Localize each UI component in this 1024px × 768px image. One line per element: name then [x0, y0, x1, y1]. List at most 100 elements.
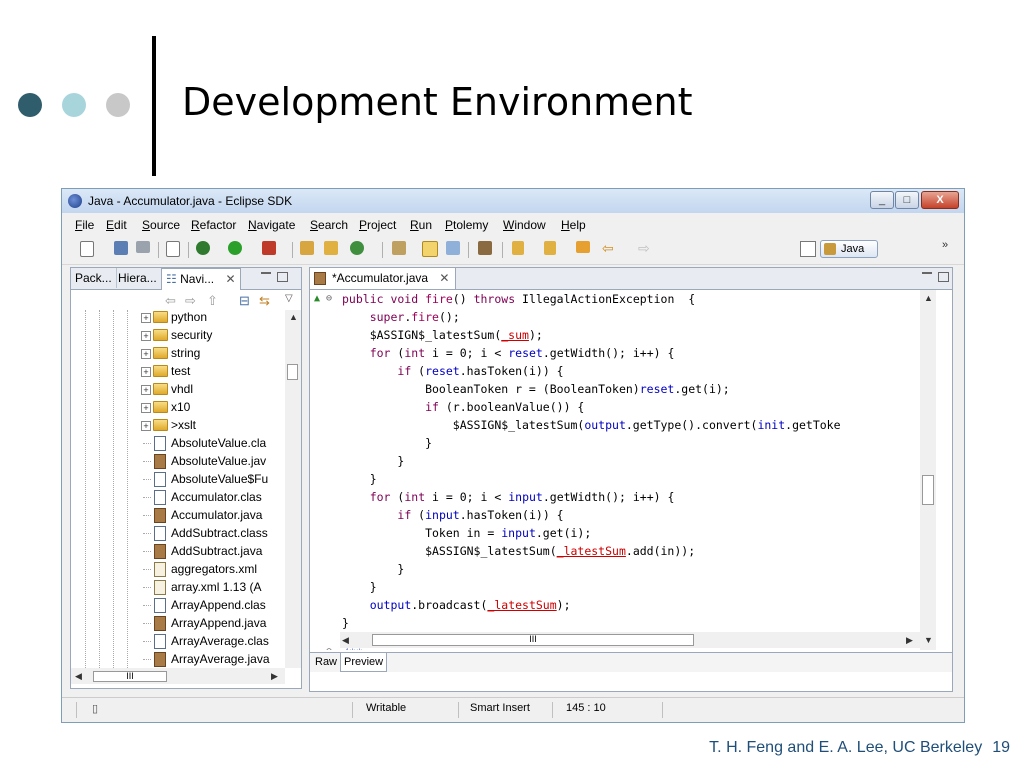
menu-project[interactable]: Project	[359, 218, 396, 232]
menu-help[interactable]: Help	[561, 218, 586, 232]
tree-horizontal-scroll-thumb[interactable]: III	[93, 671, 167, 682]
nav-forward-icon[interactable]: ⇨	[185, 293, 196, 309]
menu-window[interactable]: Window	[503, 218, 546, 232]
last-edit-icon[interactable]	[576, 241, 590, 253]
folder-icon	[153, 365, 168, 377]
scroll-up-icon[interactable]: ▲	[289, 312, 298, 322]
expand-icon[interactable]: +	[141, 331, 151, 341]
print-icon[interactable]	[136, 241, 150, 253]
status-cursor-position: 145 : 10	[566, 702, 606, 714]
menu-source[interactable]: Source	[142, 218, 180, 232]
new-class-icon[interactable]	[324, 241, 338, 255]
scroll-left-icon[interactable]: ◀	[75, 671, 82, 682]
close-button[interactable]: X	[921, 191, 959, 209]
tree-item-label: aggregators.xml	[171, 562, 258, 576]
tree-vertical-scrollbar[interactable]: ▲	[285, 310, 301, 668]
tab-package-explorer[interactable]: Pack...	[71, 268, 117, 288]
binary-icon[interactable]	[166, 241, 180, 257]
minimize-view-icon[interactable]	[922, 272, 932, 277]
tab-raw[interactable]: Raw	[312, 653, 342, 671]
editor-horizontal-scroll-thumb[interactable]: III	[372, 634, 694, 646]
save-icon[interactable]	[114, 241, 128, 255]
tab-navigator[interactable]: ☷ Navi... ✕	[161, 268, 241, 290]
java-perspective-button[interactable]: Java	[820, 240, 878, 258]
tree-horizontal-scrollbar[interactable]: ◀ III ▶	[71, 668, 285, 684]
external-tools-icon[interactable]	[262, 241, 276, 255]
scroll-left-icon[interactable]: ◀	[342, 635, 349, 646]
class-file-icon	[154, 436, 166, 451]
window-title: Java - Accumulator.java - Eclipse SDK	[88, 194, 293, 208]
debug-icon[interactable]	[196, 241, 210, 255]
expand-icon[interactable]: +	[141, 367, 151, 377]
expand-icon[interactable]: +	[141, 385, 151, 395]
nav-up-icon[interactable]: ⇧	[207, 293, 218, 309]
class-file-icon	[154, 598, 166, 613]
navigator-toolbar: ⇦ ⇨ ⇧ ⊟ ⇆ ▽	[71, 290, 301, 310]
open-perspective-icon[interactable]	[800, 241, 816, 257]
close-icon[interactable]: ✕	[225, 272, 235, 286]
scroll-up-icon[interactable]: ▲	[924, 293, 933, 303]
minimize-icon: _	[878, 194, 886, 206]
fast-view-icon[interactable]: ▯	[92, 702, 98, 715]
expand-icon[interactable]: +	[141, 421, 151, 431]
tree-vertical-scroll-thumb[interactable]	[287, 364, 298, 380]
tab-accumulator-java[interactable]: *Accumulator.java ✕	[310, 268, 457, 289]
open-type-icon[interactable]	[392, 241, 406, 255]
toolbar-overflow-icon[interactable]: »	[942, 239, 948, 251]
scroll-right-icon[interactable]: ▶	[906, 635, 913, 646]
link-editor-icon[interactable]: ⇆	[259, 293, 270, 309]
nav-back-icon[interactable]: ⇦	[165, 293, 176, 309]
maximize-button[interactable]: □	[895, 191, 919, 209]
tab-preview[interactable]: Preview	[340, 653, 388, 672]
maximize-view-icon[interactable]	[277, 272, 288, 282]
menu-navigate[interactable]: Navigate	[248, 218, 295, 232]
java-file-icon	[154, 508, 166, 523]
scroll-down-icon[interactable]: ▼	[924, 635, 933, 645]
forward-icon[interactable]: ⇨	[638, 241, 654, 257]
expand-icon[interactable]: +	[141, 403, 151, 413]
editor-vertical-scroll-thumb[interactable]	[922, 475, 934, 505]
menu-search[interactable]: Search	[310, 218, 348, 232]
status-bar: ▯ Writable Smart Insert 145 : 10	[62, 697, 964, 722]
minimize-view-icon[interactable]	[261, 272, 271, 277]
fold-icon[interactable]: ⊖	[326, 293, 332, 304]
new-interface-icon[interactable]	[350, 241, 364, 255]
editor-vertical-scrollbar[interactable]: ▲ ▼	[920, 290, 936, 650]
run-icon[interactable]	[228, 241, 242, 255]
window-titlebar[interactable]: Java - Accumulator.java - Eclipse SDK _ …	[62, 189, 964, 213]
view-menu-icon[interactable]: ▽	[285, 293, 293, 304]
expand-icon[interactable]: +	[141, 349, 151, 359]
menu-run[interactable]: Run	[410, 218, 432, 232]
maximize-view-icon[interactable]	[938, 272, 949, 282]
tab-hierarchy[interactable]: Hiera...	[114, 268, 162, 288]
editor-horizontal-scrollbar[interactable]: ◀ III ▶	[340, 632, 920, 648]
code-area[interactable]: ▲ ⊖ public void fire() throws IllegalAct…	[310, 290, 920, 650]
tree-connector	[143, 605, 151, 606]
new-icon[interactable]	[80, 241, 94, 257]
menu-file[interactable]: File	[75, 218, 94, 232]
tree-item-label: ArrayAverage.java	[171, 652, 270, 666]
new-package-icon[interactable]	[300, 241, 314, 255]
menu-bar: File Edit Source Refactor Navigate Searc…	[62, 215, 964, 235]
prev-annotation-icon[interactable]	[544, 241, 556, 255]
close-icon[interactable]: ✕	[439, 271, 449, 285]
class-file-icon	[154, 526, 166, 541]
status-separator	[352, 702, 353, 718]
menu-ptolemy[interactable]: Ptolemy	[445, 218, 488, 232]
minimize-button[interactable]: _	[870, 191, 894, 209]
fold-icon[interactable]: ⊖	[326, 646, 332, 650]
back-icon[interactable]: ⇦	[602, 241, 618, 257]
code-line: for (int i = 0; i < reset.getWidth(); i+…	[369, 346, 675, 360]
pages-icon[interactable]	[446, 241, 460, 255]
collapse-all-icon[interactable]: ⊟	[239, 293, 250, 309]
menu-edit[interactable]: Edit	[106, 218, 127, 232]
scroll-right-icon[interactable]: ▶	[271, 671, 278, 682]
menu-refactor[interactable]: Refactor	[191, 218, 236, 232]
main-toolbar: ⇦ ⇨ Java »	[62, 236, 964, 265]
toolbar-separator	[158, 242, 159, 258]
next-annotation-icon[interactable]	[512, 241, 524, 255]
ptolemy-icon[interactable]	[478, 241, 492, 255]
expand-icon[interactable]: +	[141, 313, 151, 323]
edit-icon[interactable]	[422, 241, 438, 257]
class-file-icon	[154, 634, 166, 649]
